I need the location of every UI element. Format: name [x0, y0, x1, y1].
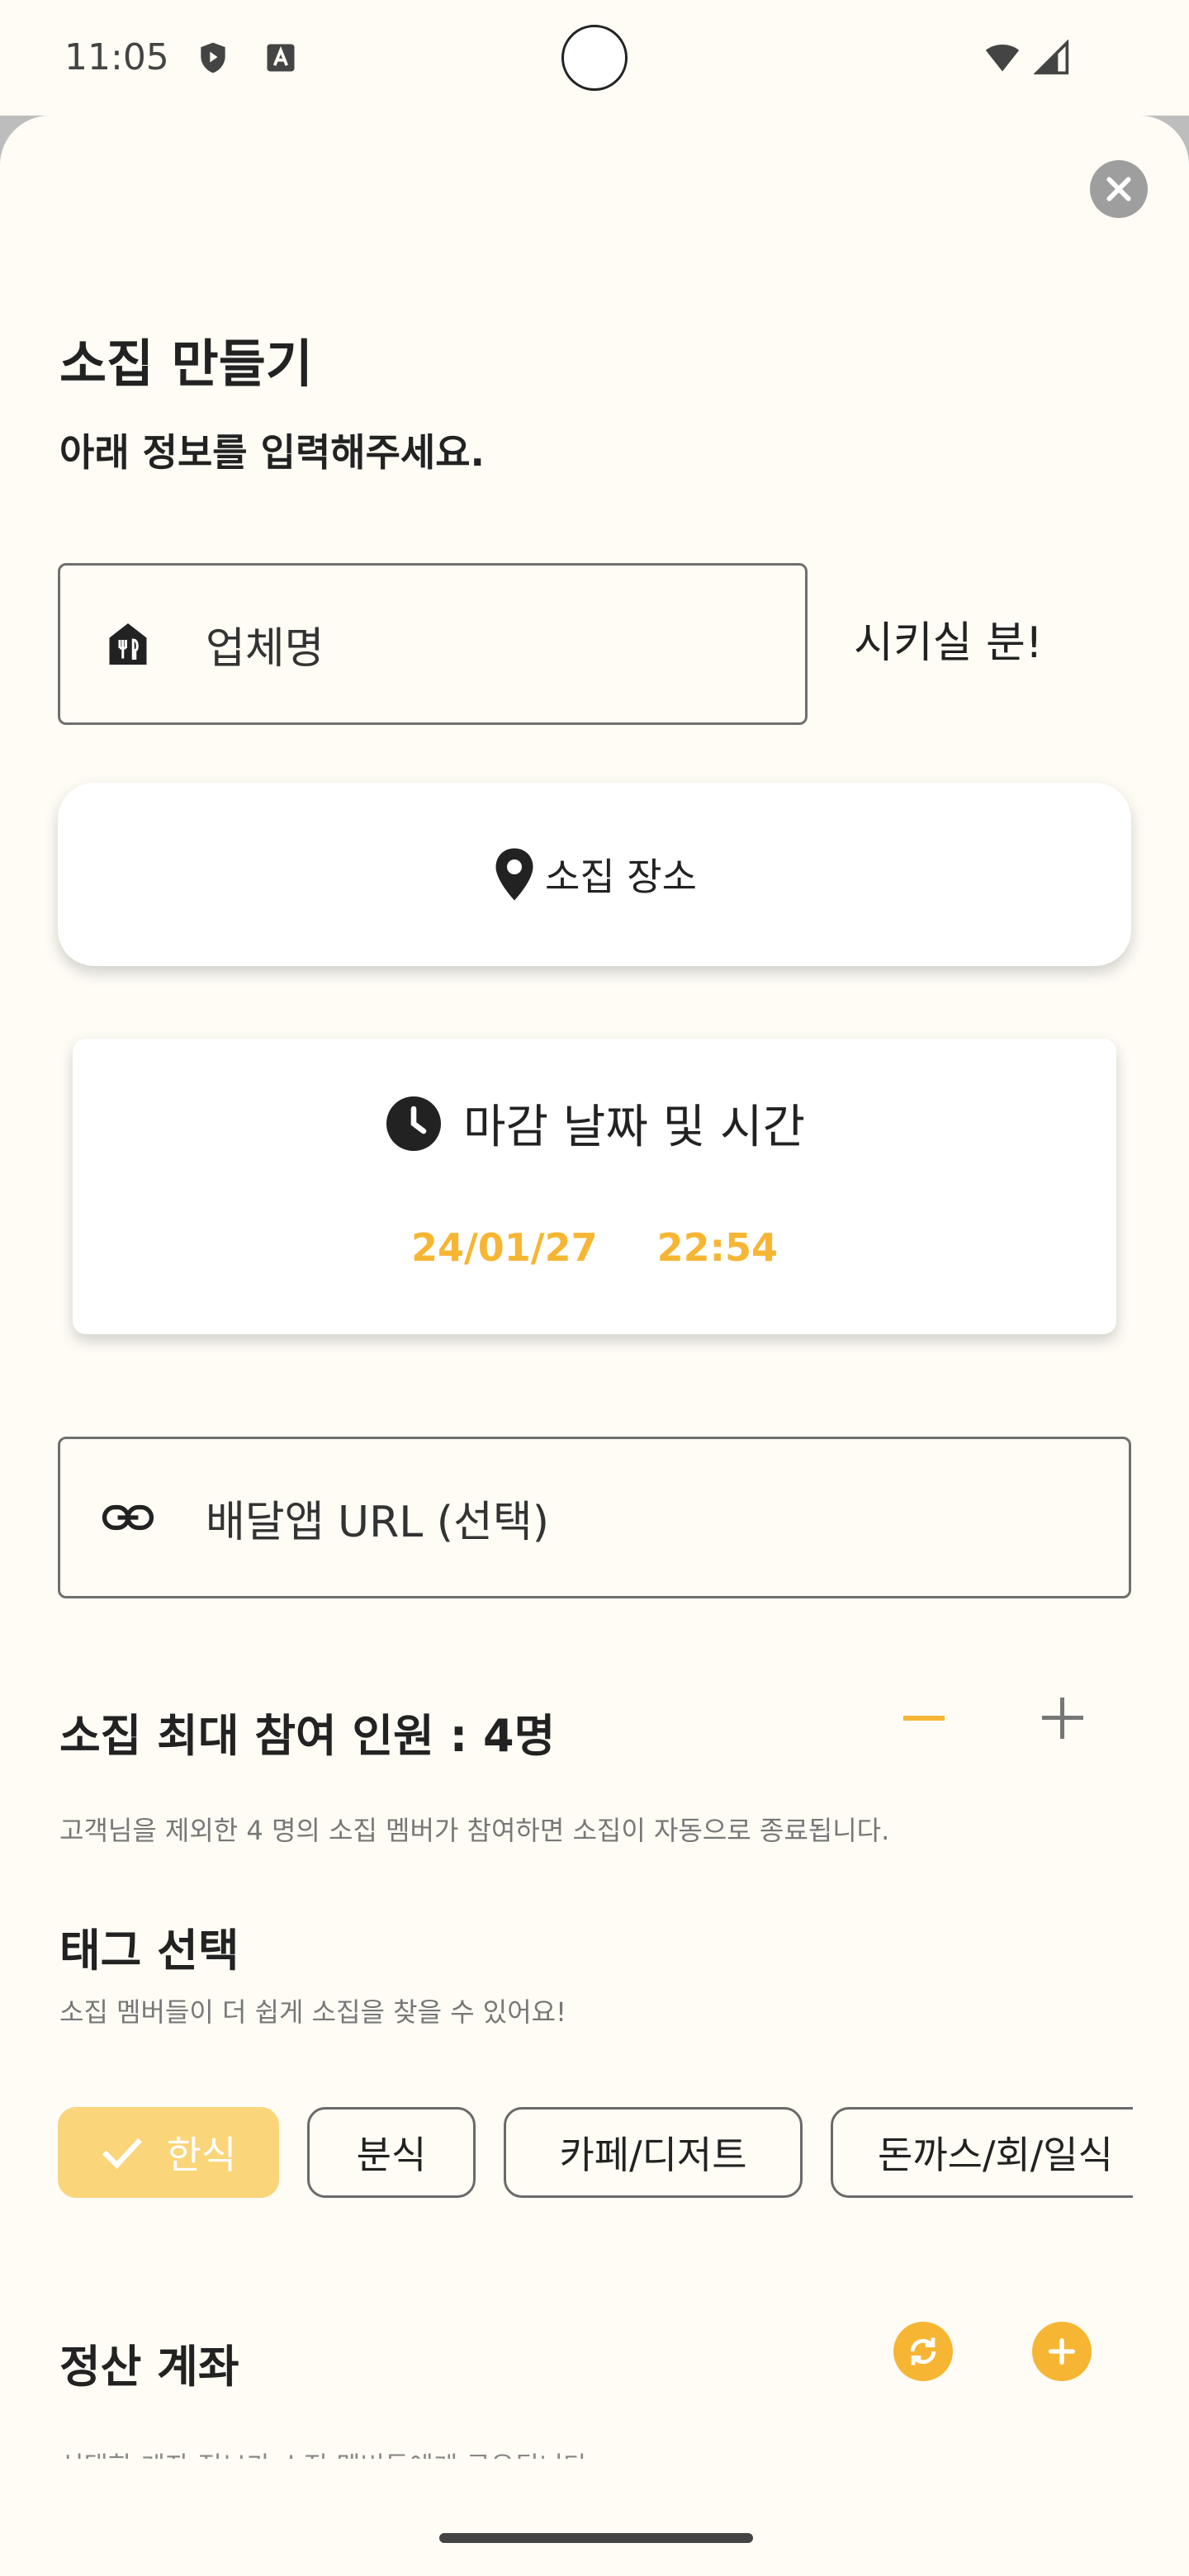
- participants-title: 소집 최대 참여 인원 : 4명: [59, 1710, 556, 1762]
- plus-icon: [1049, 2338, 1075, 2365]
- restaurant-icon: [102, 618, 154, 670]
- link-icon: [102, 1491, 154, 1544]
- location-pin-icon: [495, 848, 533, 901]
- camera-cutout: [561, 25, 628, 91]
- shield-play-icon: [201, 42, 225, 73]
- page-title: 소집 만들기: [59, 334, 313, 394]
- home-indicator[interactable]: [439, 2533, 753, 2543]
- order-label: 시키실 분!: [854, 618, 1043, 668]
- place-button[interactable]: 소집 장소: [58, 783, 1131, 966]
- text-box-icon: [267, 44, 295, 72]
- delivery-url-placeholder: 배달앱 URL (선택): [206, 1497, 549, 1547]
- deadline-card[interactable]: 마감 날짜 및 시간 24/01/27 22:54: [73, 1039, 1116, 1334]
- status-time: 11:05: [64, 36, 169, 78]
- deadline-time[interactable]: 22:54: [657, 1225, 778, 1270]
- account-title: 정산 계좌: [59, 2341, 239, 2393]
- place-label: 소집 장소: [545, 855, 697, 899]
- tags-title: 태그 선택: [59, 1925, 239, 1977]
- refresh-account-button[interactable]: [893, 2322, 953, 2381]
- tag-chip-japanese[interactable]: 돈까스/회/일식: [831, 2107, 1133, 2198]
- increase-participants-button[interactable]: [1042, 1698, 1083, 1739]
- wifi-icon: [985, 44, 1020, 72]
- deadline-date[interactable]: 24/01/27: [411, 1225, 598, 1270]
- deadline-label: 마감 날짜 및 시간: [462, 1101, 806, 1154]
- store-name-field[interactable]: 업체명: [58, 563, 808, 725]
- tags-hint: 소집 멤버들이 더 쉽게 소집을 찾을 수 있어요!: [59, 1996, 566, 2028]
- clock-icon: [386, 1096, 441, 1151]
- close-button[interactable]: [1090, 160, 1148, 218]
- status-bar: 11:05: [0, 0, 1189, 116]
- page-subtitle: 아래 정보를 입력해주세요.: [59, 430, 486, 475]
- participants-hint: 고객님을 제외한 4 명의 소집 멤버가 참여하면 소집이 자동으로 종료됩니다…: [59, 1815, 890, 1846]
- store-name-placeholder: 업체명: [206, 623, 324, 674]
- close-icon: [1106, 177, 1131, 201]
- tag-chip-label: 돈까스/회/일식: [878, 2133, 1113, 2177]
- add-account-button[interactable]: [1032, 2322, 1092, 2381]
- decrease-participants-button[interactable]: [903, 1716, 945, 1721]
- signal-icon: [1034, 40, 1069, 75]
- refresh-icon: [910, 2337, 936, 2365]
- delivery-url-field[interactable]: 배달앱 URL (선택): [58, 1437, 1131, 1598]
- tag-chip-scroll-area[interactable]: 돈까스/회/일식: [0, 2097, 1133, 2213]
- account-hint: 선택한 계좌 정보가 소집 멤버들에게 공유됩니다.: [59, 2446, 596, 2459]
